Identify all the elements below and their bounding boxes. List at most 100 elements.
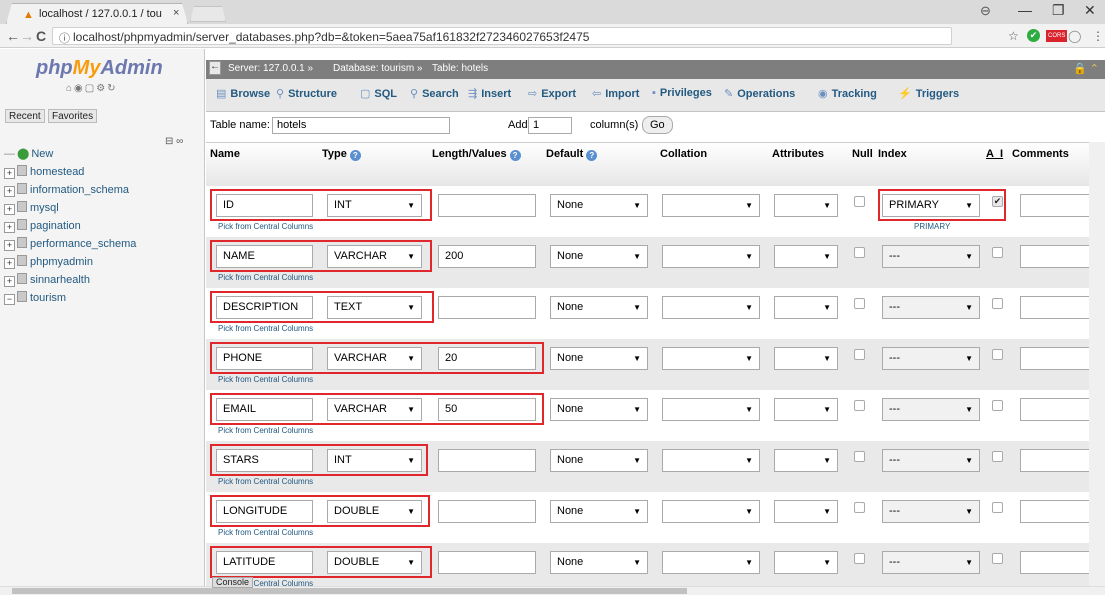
tab-import[interactable]: ⇦ Import	[592, 87, 639, 100]
column-type-select[interactable]: DOUBLE ▼	[327, 500, 422, 523]
comments-input[interactable]	[1020, 347, 1095, 370]
null-checkbox[interactable]	[854, 502, 865, 513]
collapse-nav-icon[interactable]: ←	[209, 61, 221, 75]
expand-icon[interactable]: +	[4, 204, 15, 215]
auto-increment-checkbox[interactable]	[992, 400, 1003, 411]
horizontal-scrollbar[interactable]	[0, 586, 1105, 595]
bookmark-star-icon[interactable]: ☆	[1008, 29, 1019, 43]
pick-central-columns-link[interactable]: Pick from Central Columns	[218, 528, 313, 537]
auto-increment-checkbox[interactable]	[992, 451, 1003, 462]
expand-icon[interactable]: −	[4, 294, 15, 305]
breadcrumb-table[interactable]: Table: hotels	[432, 63, 488, 74]
url-input[interactable]: ⓘ localhost/phpmyadmin/server_databases.…	[52, 27, 952, 45]
tab-close-icon[interactable]: ×	[173, 7, 179, 19]
null-checkbox[interactable]	[854, 349, 865, 360]
column-type-select[interactable]: VARCHAR ▼	[327, 347, 422, 370]
tab-structure[interactable]: ⚲ Structure	[276, 87, 337, 100]
column-type-select[interactable]: VARCHAR ▼	[327, 398, 422, 421]
tab-search[interactable]: ⚲ Search	[410, 87, 459, 100]
auto-increment-checkbox[interactable]	[992, 298, 1003, 309]
comments-input[interactable]	[1020, 194, 1095, 217]
null-checkbox[interactable]	[854, 451, 865, 462]
column-name-input[interactable]: LONGITUDE	[216, 500, 313, 523]
console-button[interactable]: Console	[212, 577, 254, 588]
tab-tracking[interactable]: ◉ Tracking	[818, 87, 877, 100]
add-columns-input[interactable]: 1	[528, 117, 572, 134]
auto-increment-checkbox[interactable]	[992, 502, 1003, 513]
horizontal-scroll-thumb[interactable]	[12, 588, 687, 594]
back-icon[interactable]: ←	[6, 28, 20, 44]
auto-increment-checkbox[interactable]	[992, 349, 1003, 360]
reload-icon[interactable]: C	[36, 28, 46, 44]
column-name-input[interactable]: PHONE	[216, 347, 313, 370]
default-select[interactable]: None ▼	[550, 551, 648, 574]
maximize-icon[interactable]: ❐	[1052, 2, 1065, 19]
pick-central-columns-link[interactable]: Pick from Central Columns	[218, 273, 313, 282]
tree-item[interactable]: — ⬤ New	[4, 145, 136, 163]
index-select[interactable]: --- ▼	[882, 296, 980, 319]
default-select[interactable]: None ▼	[550, 194, 648, 217]
tree-item[interactable]: + homestead	[4, 163, 136, 181]
pick-central-columns-link[interactable]: Pick from Central Columns	[218, 375, 313, 384]
tree-item[interactable]: + mysql	[4, 199, 136, 217]
column-type-select[interactable]: VARCHAR ▼	[327, 245, 422, 268]
breadcrumb-database[interactable]: Database: tourism »	[333, 63, 423, 74]
new-tab-button[interactable]	[190, 6, 226, 22]
null-checkbox[interactable]	[854, 298, 865, 309]
index-select[interactable]: --- ▼	[882, 398, 980, 421]
expand-icon[interactable]: +	[4, 168, 15, 179]
comments-input[interactable]	[1020, 551, 1095, 574]
attributes-select[interactable]: ▼	[774, 449, 838, 472]
column-name-input[interactable]: DESCRIPTION	[216, 296, 313, 319]
favorites-tab[interactable]: Favorites	[48, 109, 98, 123]
close-window-icon[interactable]: ✕	[1084, 2, 1096, 19]
tree-item[interactable]: + pagination	[4, 217, 136, 235]
collation-select[interactable]: ▼	[662, 296, 760, 319]
tab-browse[interactable]: ▤ Browse	[216, 87, 270, 100]
minimize-icon[interactable]: —	[1018, 2, 1032, 18]
expand-icon[interactable]: +	[4, 186, 15, 197]
default-select[interactable]: None ▼	[550, 500, 648, 523]
expand-icon[interactable]: +	[4, 276, 15, 287]
column-type-select[interactable]: INT ▼	[327, 194, 422, 217]
pick-central-columns-link[interactable]: Pick from Central Columns	[218, 477, 313, 486]
length-values-input[interactable]	[438, 500, 536, 523]
collation-select[interactable]: ▼	[662, 551, 760, 574]
index-select[interactable]: --- ▼	[882, 449, 980, 472]
collation-select[interactable]: ▼	[662, 194, 760, 217]
help-icon[interactable]: ?	[509, 150, 521, 161]
length-values-input[interactable]	[438, 449, 536, 472]
pick-central-columns-link[interactable]: Pick from Central Columns	[218, 324, 313, 333]
null-checkbox[interactable]	[854, 196, 865, 207]
lock-icon[interactable]: 🔒 ⌃	[1073, 62, 1099, 75]
column-name-input[interactable]: EMAIL	[216, 398, 313, 421]
help-icon[interactable]: ?	[586, 150, 598, 161]
tree-item[interactable]: + phpmyadmin	[4, 253, 136, 271]
auto-increment-checkbox[interactable]: ✔	[992, 196, 1003, 207]
extension-check-icon[interactable]: ✔	[1027, 29, 1040, 42]
index-select[interactable]: PRIMARY ▼	[882, 194, 980, 217]
tab-export[interactable]: ⇨ Export	[528, 87, 576, 100]
default-select[interactable]: None ▼	[550, 347, 648, 370]
tab-sql[interactable]: ▢ SQL	[360, 87, 397, 100]
forward-icon[interactable]: →	[20, 28, 34, 44]
collation-select[interactable]: ▼	[662, 398, 760, 421]
null-checkbox[interactable]	[854, 553, 865, 564]
browser-tab[interactable]: ▲ localhost / 127.0.0.1 / tou ×	[6, 3, 188, 24]
tree-item[interactable]: − tourism	[4, 289, 136, 307]
null-checkbox[interactable]	[854, 247, 865, 258]
comments-input[interactable]	[1020, 500, 1095, 523]
column-name-input[interactable]: STARS	[216, 449, 313, 472]
null-checkbox[interactable]	[854, 400, 865, 411]
comments-input[interactable]	[1020, 449, 1095, 472]
go-button[interactable]: Go	[642, 116, 673, 134]
attributes-select[interactable]: ▼	[774, 296, 838, 319]
tab-privileges[interactable]: ▪ Privileges	[652, 87, 712, 99]
attributes-select[interactable]: ▼	[774, 245, 838, 268]
default-select[interactable]: None ▼	[550, 449, 648, 472]
breadcrumb-server[interactable]: Server: 127.0.0.1 »	[228, 63, 313, 74]
default-select[interactable]: None ▼	[550, 398, 648, 421]
column-type-select[interactable]: DOUBLE ▼	[327, 551, 422, 574]
tab-triggers[interactable]: ⚡ Triggers	[898, 87, 959, 100]
recent-tab[interactable]: Recent	[5, 109, 45, 123]
